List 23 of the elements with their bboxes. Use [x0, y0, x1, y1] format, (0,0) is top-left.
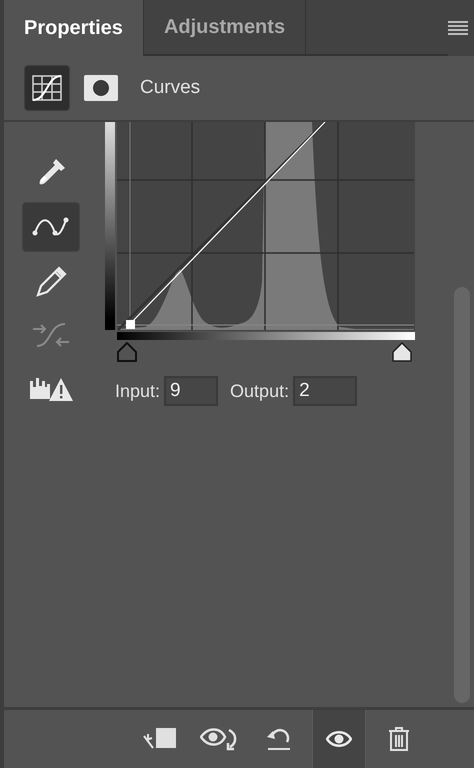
mask-icon [84, 75, 118, 101]
clipping-warning-icon [29, 375, 73, 403]
smooth-curve-icon [31, 320, 71, 350]
curves-adjustment-button[interactable] [24, 65, 70, 111]
eye-icon [326, 730, 352, 748]
point-curve-tool-button[interactable] [22, 202, 80, 252]
curve-grid-icon [31, 74, 63, 102]
pencil-icon [35, 265, 67, 297]
field-label: Input: [115, 380, 160, 402]
reset-icon [265, 726, 293, 752]
panel-tab[interactable]: Adjustments [144, 0, 306, 56]
trash-icon [388, 726, 410, 752]
adjustment-title: Curves [140, 77, 200, 99]
value-field[interactable]: 2 [293, 376, 358, 406]
shadow-input-handle[interactable] [117, 342, 137, 362]
visibility-button[interactable] [312, 710, 366, 768]
field-label: Output: [230, 380, 290, 402]
curves-graph[interactable] [116, 122, 415, 331]
panel-tab[interactable]: Properties [4, 0, 144, 56]
menu-icon[interactable] [448, 21, 468, 35]
eye-arrow-icon [200, 726, 238, 752]
highlight-input-handle[interactable] [392, 342, 412, 362]
value-field[interactable]: 9 [164, 376, 218, 406]
